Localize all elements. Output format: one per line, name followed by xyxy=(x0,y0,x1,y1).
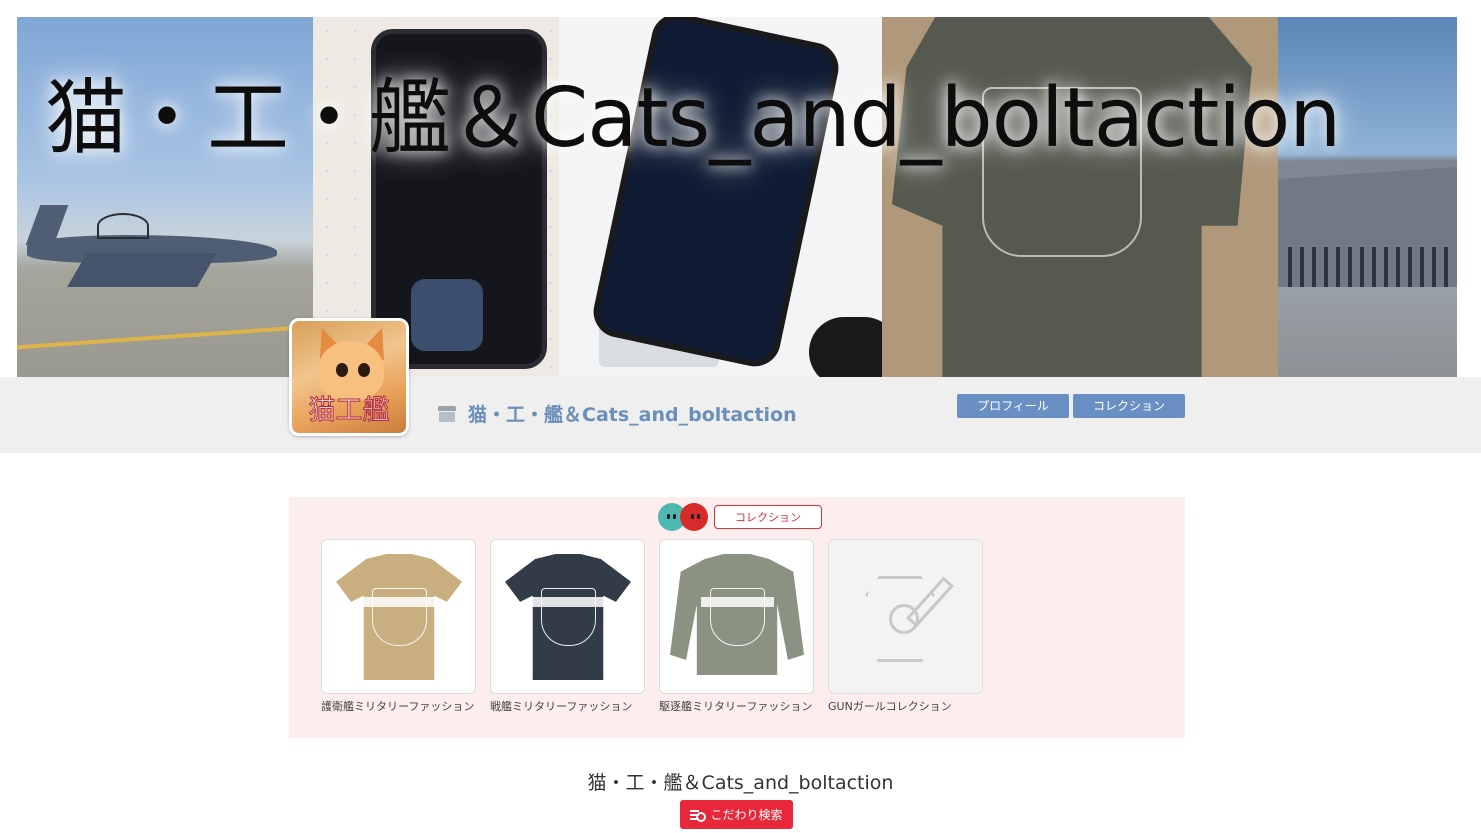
collection-tag: コレクション xyxy=(658,503,822,531)
shop-banner: 猫・工・艦＆Cats_and_boltaction xyxy=(17,17,1457,377)
collection-item[interactable]: 戦艦ミリタリーファッション xyxy=(490,539,645,714)
shop-avatar[interactable]: 猫工艦 xyxy=(289,318,409,436)
collection-item-thumbnail[interactable] xyxy=(321,539,476,694)
banner-title: 猫・工・艦＆Cats_and_boltaction xyxy=(45,71,1341,166)
print-graphic xyxy=(532,588,605,646)
shop-name[interactable]: 猫・工・艦＆Cats_and_boltaction xyxy=(438,400,797,427)
collection-item[interactable]: GUNガールコレクション xyxy=(828,539,983,714)
avatar-logo-text: 猫工艦 xyxy=(308,395,390,427)
collection-item-label[interactable]: GUNガールコレクション xyxy=(828,700,983,714)
print-graphic xyxy=(701,588,774,646)
shop-name-label: 猫・工・艦＆Cats_and_boltaction xyxy=(468,404,797,426)
collection-item-thumbnail[interactable] xyxy=(828,539,983,694)
collection-item-label[interactable]: 戦艦ミリタリーファッション xyxy=(490,700,645,714)
print-graphic xyxy=(363,588,436,646)
advanced-search-button[interactable]: こだわり検索 xyxy=(680,800,793,829)
collection-item-label[interactable]: 護衛艦ミリタリーファッション xyxy=(321,700,476,714)
advanced-search-label: こだわり検索 xyxy=(710,808,783,822)
collection-tag-label: コレクション xyxy=(714,505,822,529)
collection-item-thumbnail[interactable] xyxy=(490,539,645,694)
shop-title-heading: 猫・工・艦＆Cats_and_boltaction xyxy=(587,772,894,794)
mascot-icon-red xyxy=(680,503,708,531)
collection-item[interactable]: 駆逐艦ミリタリーファッション xyxy=(659,539,814,714)
store-icon xyxy=(438,405,456,422)
collection-item-label[interactable]: 駆逐艦ミリタリーファッション xyxy=(659,700,814,714)
profile-button[interactable]: プロフィール xyxy=(957,394,1069,418)
collection-button[interactable]: コレクション xyxy=(1073,394,1185,418)
collection-section: コレクション 護衛艦ミリタリーファッション 戦艦ミリタリーファッション 駆逐艦ミ… xyxy=(289,497,1185,738)
collection-item[interactable]: 護衛艦ミリタリーファッション xyxy=(321,539,476,714)
filter-search-icon xyxy=(690,809,707,822)
collection-item-thumbnail[interactable] xyxy=(659,539,814,694)
